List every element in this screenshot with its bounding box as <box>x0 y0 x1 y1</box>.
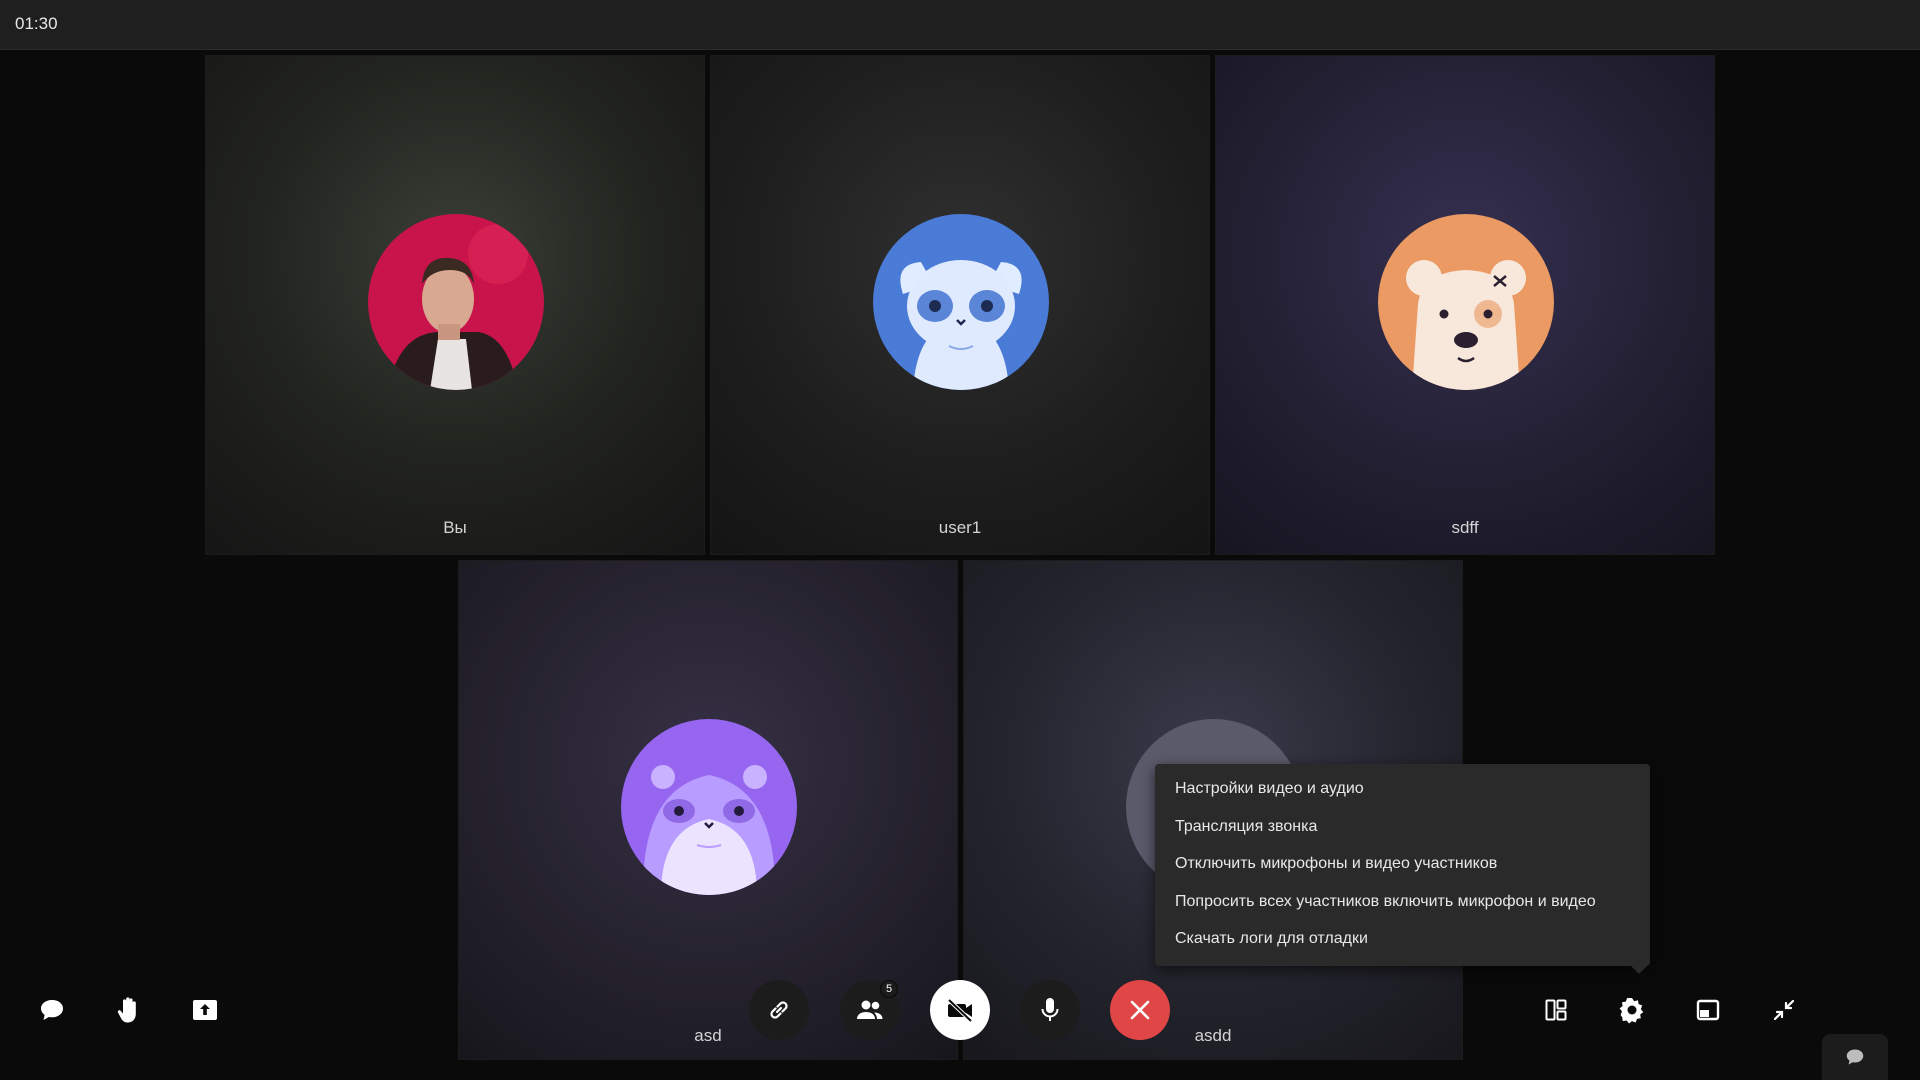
user-photo-avatar <box>368 214 544 390</box>
participant-tile-sdff[interactable]: sdff <box>1215 55 1715 555</box>
close-icon <box>1130 1000 1150 1020</box>
gear-icon[interactable] <box>1616 994 1648 1026</box>
participant-name: user1 <box>938 518 982 537</box>
bear-avatar <box>1378 214 1554 390</box>
participant-tile-you[interactable]: Вы <box>205 55 705 555</box>
end-call-button[interactable] <box>1110 980 1170 1040</box>
participant-name: Вы <box>443 518 467 537</box>
screen-share-icon[interactable] <box>189 994 221 1026</box>
people-icon <box>857 1000 883 1019</box>
chat-icon[interactable] <box>36 994 68 1026</box>
top-bar: 01:30 <box>0 0 1920 50</box>
hamster-avatar <box>621 719 797 895</box>
participants-button[interactable]: 5 <box>840 980 900 1040</box>
picture-in-picture-icon[interactable] <box>1692 994 1724 1026</box>
participant-tile-user1[interactable]: user1 <box>710 55 1210 555</box>
participants-count-badge: 5 <box>880 980 898 998</box>
menu-item-broadcast-call[interactable]: Трансляция звонка <box>1175 818 1317 836</box>
menu-item-mute-participants[interactable]: Отключить микрофоны и видео участников <box>1175 855 1497 873</box>
camera-off-icon <box>947 998 973 1022</box>
menu-item-ask-enable-mic-video[interactable]: Попросить всех участников включить микро… <box>1175 893 1596 911</box>
menu-item-download-logs[interactable]: Скачать логи для отладки <box>1175 930 1368 948</box>
invite-link-button[interactable] <box>749 980 809 1040</box>
raise-hand-icon[interactable] <box>113 994 145 1026</box>
lemur-avatar <box>873 214 1049 390</box>
floating-chat-button[interactable] <box>1822 1034 1888 1080</box>
settings-menu: Настройки видео и аудио Трансляция звонк… <box>1155 764 1650 974</box>
call-timer: 01:30 <box>15 14 58 33</box>
layout-icon[interactable] <box>1540 994 1572 1026</box>
microphone-icon <box>1041 998 1059 1021</box>
participant-name: sdff <box>1451 518 1479 537</box>
link-icon <box>770 1001 788 1019</box>
chat-bubble-icon <box>1846 1049 1864 1065</box>
menu-item-video-audio-settings[interactable]: Настройки видео и аудио <box>1175 780 1364 798</box>
microphone-button[interactable] <box>1020 980 1080 1040</box>
camera-toggle-button[interactable] <box>930 980 990 1040</box>
minimize-icon[interactable] <box>1768 994 1800 1026</box>
